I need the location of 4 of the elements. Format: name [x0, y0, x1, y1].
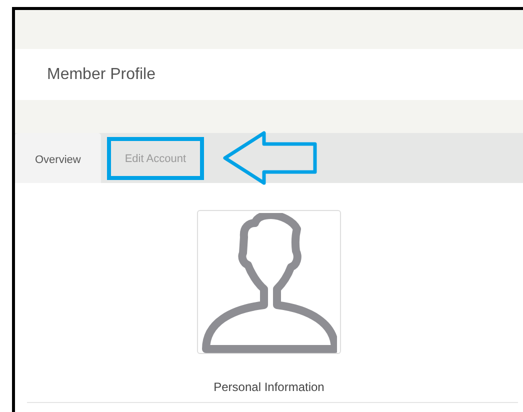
pointer-arrow-icon	[222, 130, 318, 186]
section-heading: Personal Information	[214, 380, 324, 394]
tab[interactable]: Overview	[15, 133, 101, 183]
page-title: Member Profile	[47, 66, 156, 84]
